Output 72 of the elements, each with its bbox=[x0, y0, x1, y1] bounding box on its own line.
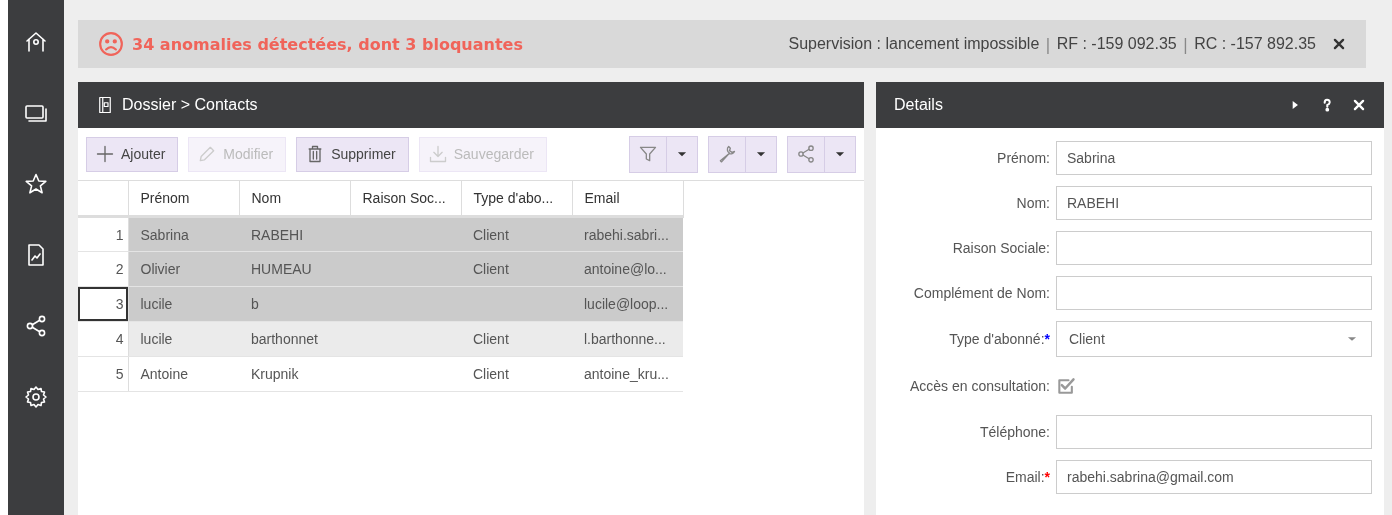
settings-icon bbox=[24, 385, 48, 409]
alert-message: 34 anomalies détectées, dont 3 bloquantes bbox=[132, 34, 524, 54]
wrench-icon bbox=[717, 144, 737, 164]
share-icon bbox=[24, 314, 48, 338]
status-text: RF : -159 092.35 bbox=[1056, 35, 1177, 53]
text-field[interactable] bbox=[1056, 231, 1372, 265]
row-number: 3 bbox=[78, 286, 128, 322]
filter-icon bbox=[638, 144, 658, 164]
table-cell: Client bbox=[461, 216, 572, 252]
table-cell: Sabrina bbox=[128, 216, 239, 252]
close-icon bbox=[1352, 98, 1366, 112]
menu-button[interactable] bbox=[787, 135, 856, 173]
close-icon bbox=[1332, 37, 1346, 51]
panel-title: Dossier > Contacts bbox=[122, 96, 259, 114]
share-icon bbox=[796, 144, 816, 164]
table-cell: HUMEAU bbox=[239, 251, 350, 287]
field-label: Prénom: bbox=[996, 150, 1050, 166]
download-icon bbox=[427, 144, 448, 164]
checked-box-icon bbox=[1056, 376, 1076, 396]
table-cell: RABEHI bbox=[239, 216, 350, 252]
status-text: RC : -157 892.35 bbox=[1194, 35, 1316, 53]
table-cell: Client bbox=[461, 251, 572, 287]
field-label: Complément de Nom: bbox=[912, 285, 1050, 301]
text-field[interactable]: Sabrina bbox=[1056, 141, 1372, 175]
table-cell: barthonnet bbox=[239, 321, 350, 357]
checkbox[interactable] bbox=[1056, 376, 1076, 396]
sad-face-icon bbox=[98, 31, 124, 57]
table-cell: antoine@lo... bbox=[572, 251, 683, 287]
separator: | bbox=[1045, 34, 1051, 54]
table-cell: lucile@loop... bbox=[572, 286, 683, 322]
table-cell: Olivier bbox=[128, 251, 239, 287]
table-cell: Antoine bbox=[128, 356, 239, 392]
toolbar-button[interactable]: Ajouter bbox=[86, 136, 179, 172]
field-label: Type d'abonné:* bbox=[948, 331, 1050, 347]
field-label: Accès en consultation: bbox=[908, 378, 1050, 394]
field-label: Raison Sociale: bbox=[951, 240, 1050, 256]
sidebar-item[interactable] bbox=[24, 385, 48, 409]
sidebar-item[interactable] bbox=[24, 30, 48, 54]
status-text: Supervision : lancement impossible bbox=[788, 35, 1040, 53]
table-cell: lucile bbox=[128, 286, 239, 322]
table-cell: b bbox=[239, 286, 350, 322]
table-cell: Client bbox=[461, 356, 572, 392]
table-cell: lucile bbox=[128, 321, 239, 357]
table-cell: Client bbox=[461, 321, 572, 357]
menu-button[interactable] bbox=[629, 135, 698, 173]
field-label: Téléphone: bbox=[978, 424, 1050, 440]
dropdown-field[interactable]: Client bbox=[1056, 321, 1372, 357]
text-field[interactable]: RABEHI bbox=[1056, 186, 1372, 220]
field-label: Nom: bbox=[1015, 195, 1050, 211]
table-cell: rabehi.sabri... bbox=[572, 216, 683, 252]
panel-title: Details bbox=[894, 96, 944, 114]
home-icon bbox=[24, 30, 48, 54]
row-number: 1 bbox=[78, 216, 128, 252]
text-field[interactable] bbox=[1056, 415, 1372, 449]
menu-button[interactable] bbox=[708, 135, 777, 173]
table-cell: Krupnik bbox=[239, 356, 350, 392]
star-icon bbox=[24, 172, 48, 196]
row-number: 4 bbox=[78, 321, 128, 357]
field-label: Email:* bbox=[1004, 469, 1050, 485]
table-cell: antoine_kru... bbox=[572, 356, 683, 392]
close-button[interactable] bbox=[1332, 37, 1346, 51]
table-cell: l.barthonne... bbox=[572, 321, 683, 357]
text-field[interactable] bbox=[1056, 276, 1372, 310]
plus-icon bbox=[95, 144, 115, 164]
separator: | bbox=[1182, 34, 1189, 54]
sidebar-item[interactable] bbox=[24, 172, 48, 196]
row-number: 2 bbox=[78, 251, 128, 287]
toolbar-button[interactable]: Supprimer bbox=[296, 136, 409, 172]
text-field[interactable]: rabehi.sabrina@gmail.com bbox=[1056, 460, 1372, 494]
row-number: 5 bbox=[78, 356, 128, 392]
sidebar-item[interactable] bbox=[24, 314, 48, 338]
folder-icon bbox=[96, 96, 114, 114]
